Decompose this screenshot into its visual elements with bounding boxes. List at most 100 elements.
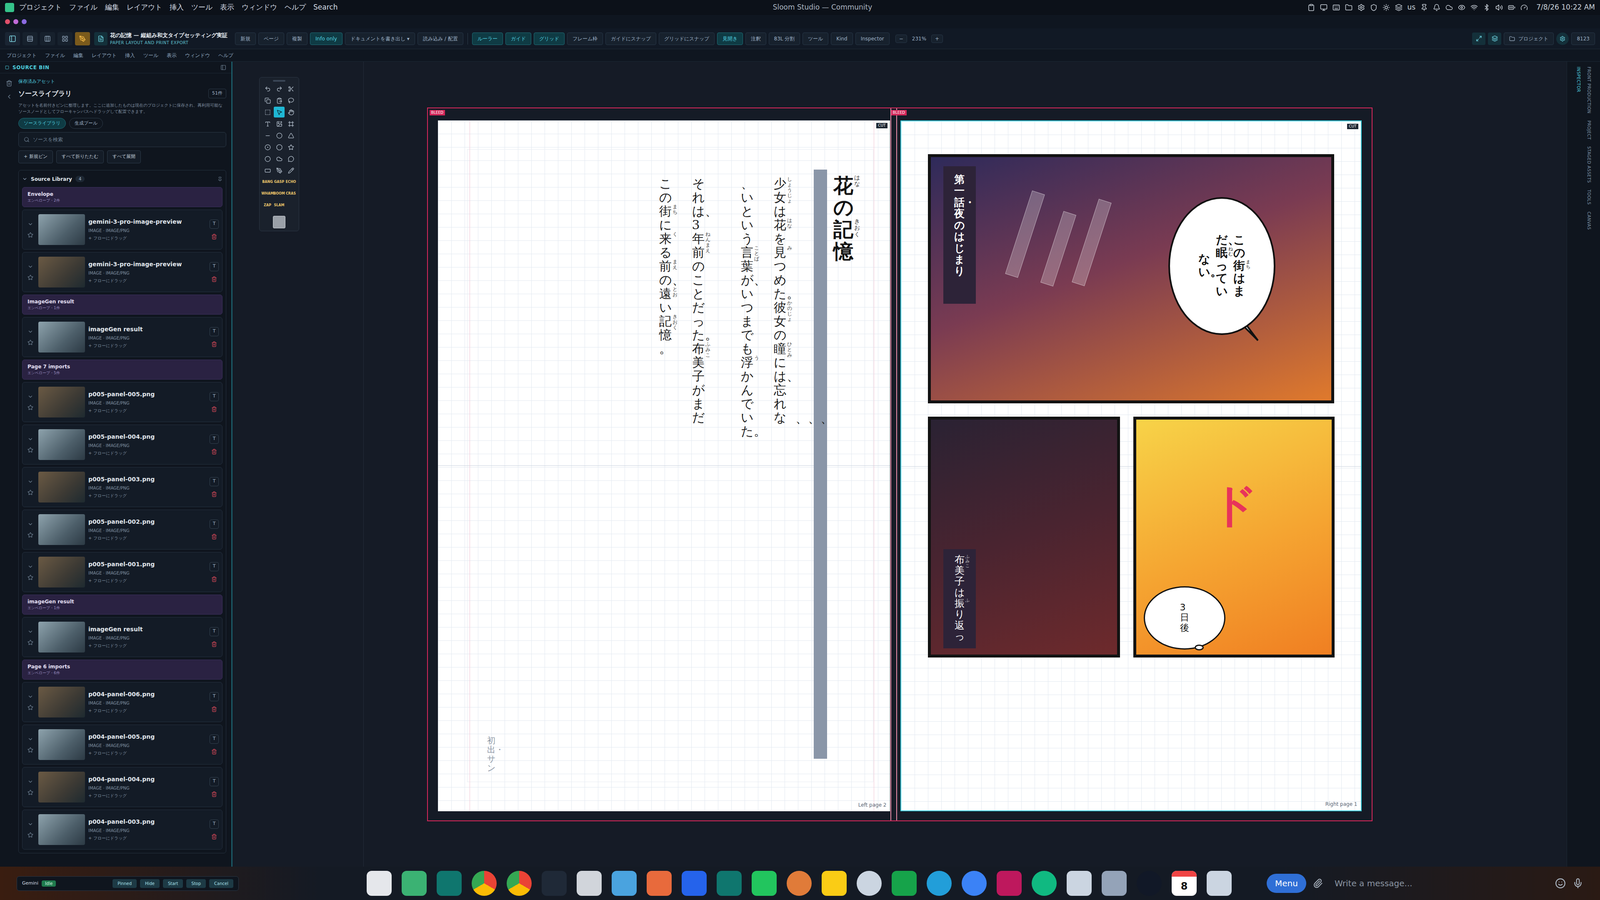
tray-icon[interactable]	[1357, 3, 1365, 12]
delete-icon[interactable]	[211, 706, 218, 713]
app-icon[interactable]	[646, 870, 672, 896]
view-toggle[interactable]: フレーム枠	[567, 32, 603, 45]
tool-button[interactable]	[262, 153, 273, 165]
star-icon[interactable]	[27, 574, 34, 581]
library-item[interactable]: p005-panel-003.pngIMAGE · IMAGE/PNG+ フロー…	[22, 467, 223, 508]
library-group[interactable]: ImageGen resultエンベロープ・1件	[22, 294, 223, 315]
mode-button[interactable]	[22, 32, 38, 46]
calendar-icon[interactable]: 8	[1171, 870, 1197, 896]
delete-icon[interactable]	[211, 576, 218, 583]
app-icon[interactable]	[891, 870, 917, 896]
delete-icon[interactable]	[211, 791, 218, 798]
library-item[interactable]: gemini-3-pro-image-previewIMAGE · IMAGE/…	[22, 252, 223, 293]
collapse-icon[interactable]	[27, 563, 34, 570]
system-menu-item[interactable]: プロジェクト	[19, 2, 62, 13]
app-icon[interactable]	[821, 870, 847, 896]
app-icon[interactable]	[1206, 870, 1232, 896]
app-icon[interactable]	[1066, 870, 1092, 896]
project-button[interactable]: プロジェクト	[1503, 32, 1554, 45]
zoom-out-button[interactable]: −	[895, 34, 908, 43]
collapse-icon[interactable]	[27, 693, 34, 700]
text-button[interactable]: T	[209, 519, 219, 529]
mode-button[interactable]	[40, 32, 55, 46]
tray-icon[interactable]	[1507, 3, 1516, 12]
sfx-stamp[interactable]: SLAM	[273, 200, 285, 211]
app-icon[interactable]	[1101, 870, 1127, 896]
zoom-in-button[interactable]: +	[931, 34, 943, 43]
action-button[interactable]: すべて折りたたむ	[56, 150, 104, 164]
library-group[interactable]: Page 6 importsエンベロープ・6件	[22, 659, 223, 680]
app-icon[interactable]	[401, 870, 427, 896]
dock-icon[interactable]	[220, 64, 227, 71]
rail-tab[interactable]: INSPECTOR	[1575, 66, 1582, 93]
collapse-icon[interactable]	[27, 436, 34, 443]
keyboard-layout[interactable]: us	[1407, 2, 1416, 13]
library-item[interactable]: p004-panel-003.pngIMAGE · IMAGE/PNG+ フロー…	[22, 809, 223, 850]
color-swatch[interactable]	[272, 215, 286, 229]
library-item[interactable]: p005-panel-004.pngIMAGE · IMAGE/PNG+ フロー…	[22, 424, 223, 465]
rail-tab[interactable]: TOOLS	[1585, 189, 1593, 205]
library-item[interactable]: p004-panel-004.pngIMAGE · IMAGE/PNG+ フロー…	[22, 767, 223, 808]
sfx-stamp[interactable]: CRAS	[285, 188, 297, 200]
tool-button[interactable]	[262, 141, 273, 153]
app-icon[interactable]	[1031, 870, 1057, 896]
tool-button[interactable]	[285, 130, 297, 141]
tray-icon[interactable]	[1382, 3, 1390, 12]
tool-button[interactable]	[285, 95, 297, 106]
sfx-stamp[interactable]: ZAP	[262, 200, 273, 211]
system-menu-item[interactable]: ウィンドウ	[241, 2, 278, 13]
library-group[interactable]: Page 7 importsエンベロープ・5件	[22, 359, 223, 380]
star-icon[interactable]	[27, 489, 34, 496]
file-button[interactable]: 新規	[235, 32, 256, 45]
system-menu-item[interactable]: Search	[313, 2, 338, 13]
system-menu-item[interactable]: ファイル	[69, 2, 98, 13]
file-button[interactable]: ページ	[258, 32, 285, 45]
star-icon[interactable]	[27, 639, 34, 646]
app-menu-item[interactable]: レイアウト	[91, 51, 117, 60]
message-input[interactable]: Write a message...	[1329, 874, 1549, 893]
action-button[interactable]: + 新規ピン	[18, 150, 53, 164]
rail-tab[interactable]: STAGED ASSETS	[1585, 146, 1593, 183]
app-menu-item[interactable]: ファイル	[45, 51, 65, 60]
tray-icon[interactable]	[1457, 3, 1466, 12]
tool-button[interactable]	[262, 95, 273, 106]
tool-button[interactable]	[273, 83, 285, 95]
tray-icon[interactable]	[1432, 3, 1441, 12]
tray-icon[interactable]	[1307, 3, 1315, 12]
app-icon[interactable]	[436, 870, 462, 896]
agent-button[interactable]: Hide	[140, 879, 160, 888]
emoji-icon[interactable]	[1555, 877, 1566, 889]
text-button[interactable]: T	[209, 392, 219, 402]
library-item[interactable]: p005-panel-002.pngIMAGE · IMAGE/PNG+ フロー…	[22, 509, 223, 550]
agent-button[interactable]: Pinned	[112, 879, 137, 888]
view-toggle[interactable]: Inspector	[855, 32, 890, 45]
view-toggle[interactable]: グリッドにスナップ	[658, 32, 715, 45]
rail-tab[interactable]: CANVAS	[1585, 211, 1593, 230]
collapse-icon[interactable]	[27, 221, 34, 228]
tray-icon[interactable]	[1445, 3, 1453, 12]
tool-button[interactable]	[273, 118, 285, 130]
attach-icon[interactable]	[1312, 878, 1323, 889]
text-button[interactable]: T	[209, 734, 219, 744]
star-icon[interactable]	[27, 232, 34, 238]
tool-button[interactable]	[285, 165, 297, 176]
sidebar-toggle-icon[interactable]	[5, 32, 20, 46]
tool-button[interactable]	[285, 118, 297, 130]
delete-icon[interactable]	[211, 406, 218, 413]
layout-canvas[interactable]: BANGGASPECHOWHAMBOOMCRASZAPSLAMBLEEDBLEE…	[232, 61, 1567, 867]
delete-icon[interactable]	[211, 533, 218, 540]
app-menu-item[interactable]: 編集	[73, 51, 84, 60]
view-toggle[interactable]: ガイドにスナップ	[605, 32, 657, 45]
star-icon[interactable]	[27, 747, 34, 753]
maximize-button[interactable]	[21, 19, 27, 25]
app-icon[interactable]	[996, 870, 1022, 896]
tray-icon[interactable]	[1495, 3, 1503, 12]
view-toggle[interactable]: グリッド	[533, 32, 565, 45]
view-toggle[interactable]: 注釈	[745, 32, 767, 45]
delete-icon[interactable]	[211, 233, 218, 240]
app-icon[interactable]	[471, 870, 497, 896]
tool-button[interactable]	[285, 106, 297, 118]
text-button[interactable]: T	[209, 434, 219, 444]
collapse-icon[interactable]	[27, 521, 34, 528]
close-button[interactable]	[5, 19, 10, 25]
